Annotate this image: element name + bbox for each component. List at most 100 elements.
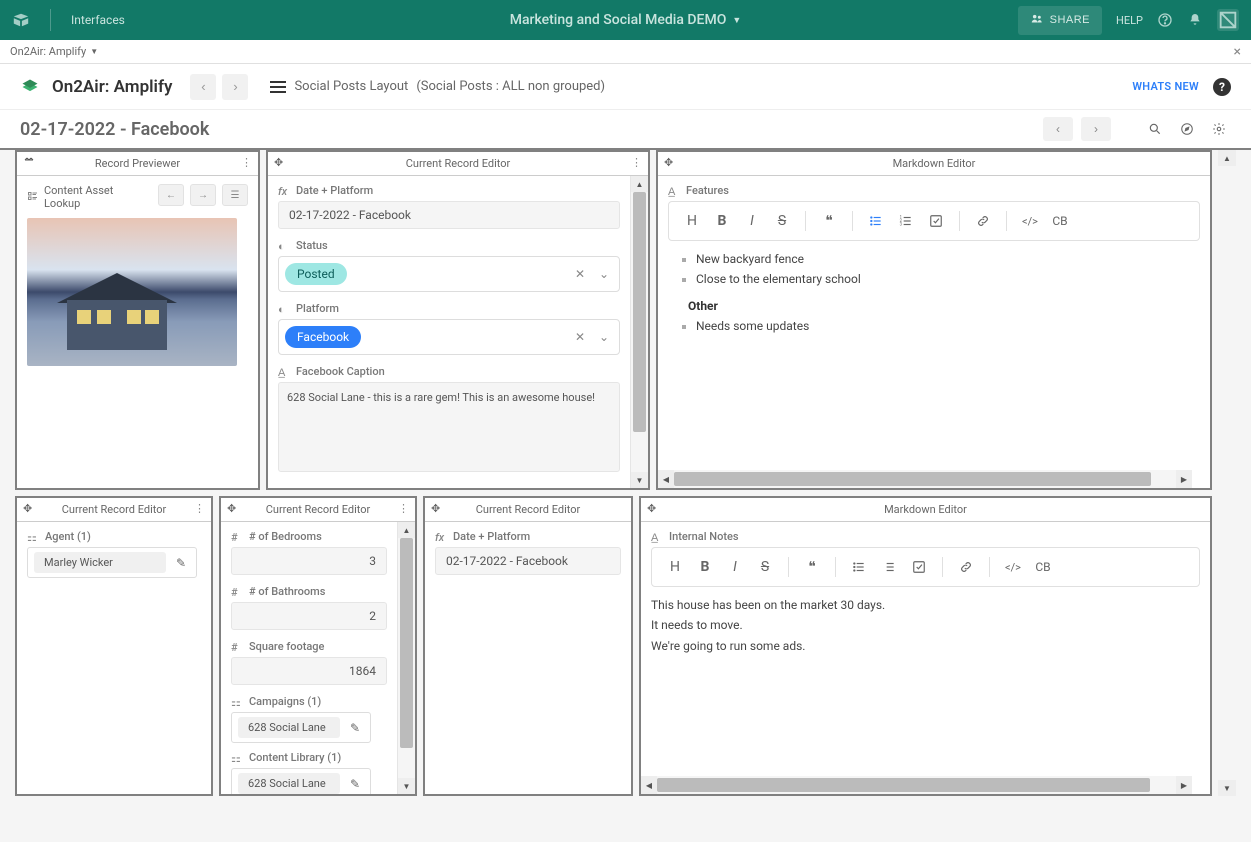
markdown-content-features[interactable]: New backyard fence Close to the elementa… (668, 249, 1200, 337)
field-sqft[interactable]: 1864 (231, 657, 387, 685)
compass-icon[interactable] (1175, 117, 1199, 141)
gear-icon[interactable] (1207, 117, 1231, 141)
more-icon[interactable]: ⋮ (194, 502, 205, 515)
scroll-up-icon[interactable]: ▲ (631, 176, 648, 192)
nav-forward-button[interactable]: › (222, 74, 248, 100)
scroll-left-icon[interactable]: ◀ (641, 776, 657, 794)
ul-button[interactable] (863, 208, 889, 234)
field-date-platform[interactable]: 02-17-2022 - Facebook (278, 201, 620, 229)
clear-icon[interactable]: ✕ (571, 330, 589, 344)
scroll-down-icon[interactable]: ▼ (631, 472, 648, 488)
field-caption[interactable]: 628 Social Lane - this is a rare gem! Th… (278, 382, 620, 472)
code-button[interactable]: </> (1000, 554, 1026, 580)
drag-handle-icon[interactable]: ✥ (274, 156, 283, 169)
chevron-down-icon[interactable]: ▼ (90, 47, 98, 56)
link-button[interactable] (970, 208, 996, 234)
help-link[interactable]: HELP (1116, 14, 1143, 27)
strike-button[interactable]: S (752, 554, 778, 580)
record-prev-button[interactable]: ‹ (1043, 117, 1073, 141)
help-circle-icon[interactable]: ? (1213, 78, 1231, 96)
quote-button[interactable]: ❝ (799, 554, 825, 580)
list-view-button[interactable]: ☰ (222, 184, 248, 206)
field-status[interactable]: Posted ✕ ⌄ (278, 256, 620, 292)
bold-button[interactable]: B (709, 208, 735, 234)
base-title[interactable]: Marketing and Social Media DEMO ▼ (510, 12, 742, 28)
nav-interfaces[interactable]: Interfaces (71, 13, 125, 27)
external-app-icon[interactable] (1217, 9, 1239, 31)
more-icon[interactable]: ⋮ (241, 156, 252, 169)
chevron-down-icon[interactable]: ⌄ (595, 267, 613, 281)
scroll-up-icon[interactable]: ▲ (398, 522, 415, 538)
share-button[interactable]: SHARE (1018, 6, 1102, 35)
scroll-right-icon[interactable]: ▶ (1176, 470, 1192, 488)
ul-button[interactable] (846, 554, 872, 580)
scrollbar[interactable]: ▲ ▼ (397, 522, 415, 794)
field-label-internal-notes: Internal Notes (669, 530, 739, 543)
svg-text:3: 3 (900, 222, 903, 227)
italic-button[interactable]: I (739, 208, 765, 234)
menu-icon[interactable] (270, 81, 286, 93)
drag-handle-icon[interactable]: ✥ (664, 156, 673, 169)
close-icon[interactable]: × (1234, 44, 1241, 60)
scrollbar[interactable]: ◀ ▶ (641, 776, 1192, 794)
canvas-scrollbar-vertical[interactable]: ▼ (1218, 496, 1236, 796)
field-bedrooms[interactable]: 3 (231, 547, 387, 575)
layout-name[interactable]: Social Posts Layout (294, 79, 408, 94)
scroll-up-icon[interactable]: ▲ (1218, 150, 1236, 166)
record-next-button[interactable]: › (1081, 117, 1111, 141)
bell-icon[interactable] (1187, 12, 1203, 28)
codeblock-button[interactable]: CB (1030, 554, 1056, 580)
ol-button[interactable] (876, 554, 902, 580)
drag-handle-icon[interactable] (23, 156, 35, 171)
quote-button[interactable]: ❝ (816, 208, 842, 234)
markdown-content-internal-notes[interactable]: This house has been on the market 30 day… (651, 595, 1200, 656)
ol-button[interactable]: 123 (893, 208, 919, 234)
pencil-icon[interactable]: ✎ (172, 556, 190, 570)
markdown-toolbar: H B I S ❝ 123 (668, 201, 1200, 241)
pencil-icon[interactable]: ✎ (346, 721, 364, 735)
strike-button[interactable]: S (769, 208, 795, 234)
canvas-scrollbar-vertical[interactable]: ▲ (1218, 150, 1236, 490)
scroll-left-icon[interactable]: ◀ (658, 470, 674, 488)
linked-record-agent[interactable]: Marley Wicker ✎ (27, 547, 197, 578)
scroll-down-icon[interactable]: ▼ (398, 778, 415, 794)
scrollbar[interactable]: ▲ ▼ (630, 176, 648, 488)
help-icon[interactable] (1157, 12, 1173, 28)
preview-image[interactable] (27, 218, 237, 366)
linked-record-campaign[interactable]: 628 Social Lane ✎ (231, 712, 371, 743)
layout-detail: (Social Posts : ALL non grouped) (416, 79, 605, 94)
linked-record-content-library[interactable]: 628 Social Lane ✎ (231, 768, 371, 794)
drag-handle-icon[interactable]: ✥ (23, 502, 32, 515)
scroll-down-icon[interactable]: ▼ (1218, 780, 1236, 796)
nav-back-button[interactable]: ‹ (190, 74, 216, 100)
pencil-icon[interactable]: ✎ (346, 777, 364, 791)
scroll-right-icon[interactable]: ▶ (1176, 776, 1192, 794)
drag-handle-icon[interactable]: ✥ (647, 502, 656, 515)
link-icon: ⚏ (27, 531, 39, 543)
bold-button[interactable]: B (692, 554, 718, 580)
heading-button[interactable]: H (679, 208, 705, 234)
search-icon[interactable] (1143, 117, 1167, 141)
whats-new-link[interactable]: WHATS NEW (1132, 80, 1199, 93)
more-icon[interactable]: ⋮ (631, 156, 642, 169)
field-date-platform-mini[interactable]: 02-17-2022 - Facebook (435, 547, 621, 575)
link-icon: ⚏ (231, 752, 243, 764)
more-icon[interactable]: ⋮ (398, 502, 409, 515)
codeblock-button[interactable]: CB (1047, 208, 1073, 234)
italic-button[interactable]: I (722, 554, 748, 580)
next-image-button[interactable]: → (190, 184, 216, 206)
checklist-button[interactable] (923, 208, 949, 234)
link-button[interactable] (953, 554, 979, 580)
airtable-logo-icon[interactable] (12, 11, 30, 29)
drag-handle-icon[interactable]: ✥ (431, 502, 440, 515)
clear-icon[interactable]: ✕ (571, 267, 589, 281)
drag-handle-icon[interactable]: ✥ (227, 502, 236, 515)
code-button[interactable]: </> (1017, 208, 1043, 234)
checklist-button[interactable] (906, 554, 932, 580)
chevron-down-icon[interactable]: ⌄ (595, 330, 613, 344)
field-bathrooms[interactable]: 2 (231, 602, 387, 630)
heading-button[interactable]: H (662, 554, 688, 580)
prev-image-button[interactable]: ← (158, 184, 184, 206)
scrollbar[interactable]: ◀ ▶ (658, 470, 1192, 488)
field-platform[interactable]: Facebook ✕ ⌄ (278, 319, 620, 355)
